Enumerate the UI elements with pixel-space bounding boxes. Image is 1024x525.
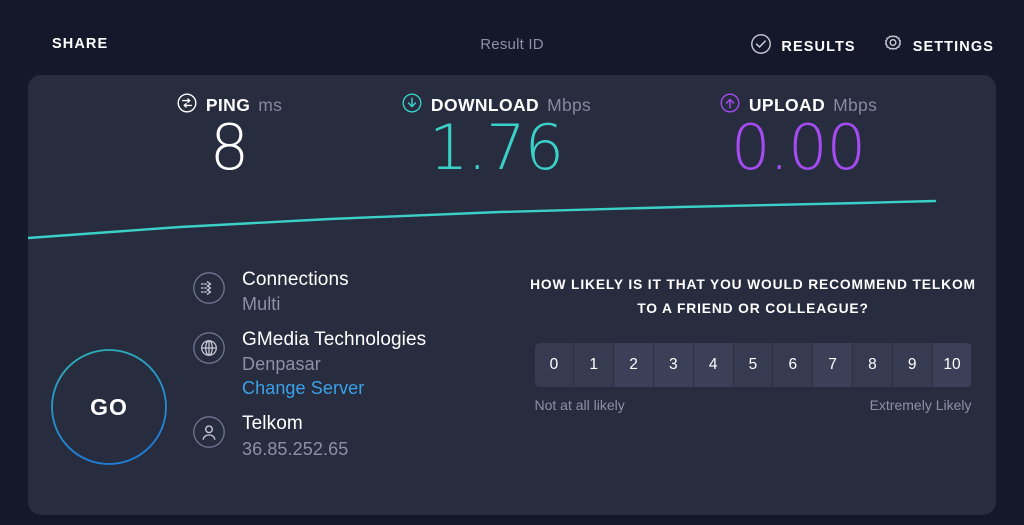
nps-option-4[interactable]: 4 — [693, 343, 734, 388]
nps-option-9[interactable]: 9 — [892, 343, 933, 388]
nps-option-6[interactable]: 6 — [773, 343, 814, 388]
top-bar: SHARE Result ID RESULTS SETTINGS — [0, 0, 1024, 75]
metric-upload: UPLOAD Mbps 0.00 — [648, 93, 948, 182]
multi-connection-icon — [190, 269, 228, 307]
nps-option-0[interactable]: 0 — [534, 343, 575, 388]
nps-scale-labels: Not at all likely Extremely Likely — [535, 397, 972, 413]
top-bar-actions: RESULTS SETTINGS — [750, 33, 994, 60]
connection-info: Connections Multi GMedia Technologies De… — [190, 267, 520, 471]
server-location: Denpasar — [242, 353, 321, 374]
results-label: RESULTS — [781, 38, 856, 55]
isp-ip-address: 36.85.252.65 — [242, 438, 349, 459]
nps-question: HOW LIKELY IS IT THAT YOU WOULD RECOMMEN… — [530, 277, 976, 316]
isp-title: Telkom — [242, 413, 303, 435]
connection-row-isp: Telkom 36.85.252.65 — [190, 411, 520, 461]
connection-text-isp: Telkom 36.85.252.65 — [242, 411, 348, 461]
nps-rating-scale[interactable]: 0 1 2 3 4 5 6 7 8 9 10 — [534, 343, 972, 388]
settings-label: SETTINGS — [912, 38, 994, 55]
results-button[interactable]: RESULTS — [750, 33, 855, 60]
nps-option-5[interactable]: 5 — [733, 343, 774, 388]
nps-option-7[interactable]: 7 — [813, 343, 853, 388]
settings-button[interactable]: SETTINGS — [882, 33, 994, 60]
nps-option-10[interactable]: 10 — [932, 343, 972, 388]
nps-option-1[interactable]: 1 — [574, 343, 615, 388]
ping-circle-icon — [176, 92, 198, 119]
nps-option-8[interactable]: 8 — [853, 343, 893, 388]
connection-text-server: GMedia Technologies Denpasar Change Serv… — [242, 327, 426, 402]
connections-sub: Multi — [242, 294, 281, 315]
go-button-label: GO — [90, 393, 128, 420]
connections-title: Connections — [242, 269, 349, 290]
server-title: GMedia Technologies — [242, 328, 427, 350]
check-circle-icon — [750, 33, 772, 60]
speedtest-app: SHARE Result ID RESULTS SETTINGS PING ms… — [0, 0, 1024, 525]
metric-upload-value: 0.00 — [730, 111, 866, 184]
nps-low-label: Not at all likely — [534, 397, 625, 414]
change-server-link[interactable]: Change Server — [242, 376, 426, 401]
lower-section: GO Connections Multi GMedia Technologies… — [28, 255, 996, 515]
nps-survey: HOW LIKELY IS IT THAT YOU WOULD RECOMMEN… — [528, 273, 978, 413]
nps-high-label: Extremely Likely — [869, 397, 972, 414]
nps-option-2[interactable]: 2 — [614, 343, 654, 388]
metric-ping: PING ms 8 — [94, 93, 364, 182]
connection-row-server: GMedia Technologies Denpasar Change Serv… — [190, 327, 520, 402]
metric-download: DOWNLOAD Mbps 1.76 — [346, 93, 646, 182]
nps-option-3[interactable]: 3 — [653, 343, 694, 388]
connection-row-connections: Connections Multi — [190, 267, 520, 317]
download-circle-icon — [401, 92, 423, 119]
results-panel: PING ms 8 DOWNLOAD Mbps 1.76 UPLOAD Mbps… — [28, 75, 996, 515]
connection-text-connections: Connections Multi — [242, 267, 349, 317]
gear-icon — [882, 33, 904, 60]
metrics-row: PING ms 8 DOWNLOAD Mbps 1.76 UPLOAD Mbps… — [28, 75, 996, 205]
metric-ping-unit: ms — [258, 94, 283, 115]
globe-icon — [190, 329, 228, 367]
metric-ping-value: 8 — [209, 111, 249, 184]
person-icon — [190, 413, 228, 451]
go-button[interactable]: GO — [50, 348, 168, 466]
metric-download-value: 1.76 — [428, 111, 564, 184]
